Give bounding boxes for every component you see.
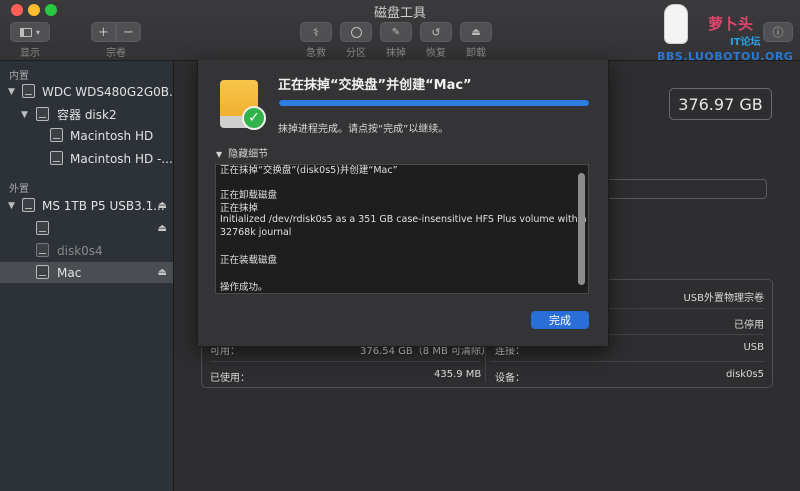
log-line: 正在卸载磁盘 xyxy=(220,190,278,201)
disclosure-triangle-icon[interactable]: ▼ xyxy=(21,110,28,120)
restore-button[interactable]: ↺ xyxy=(420,22,452,42)
device-value: disk0s5 xyxy=(725,369,764,380)
info-icon: ⓘ xyxy=(772,26,784,39)
container-icon xyxy=(36,107,49,121)
sidebar-item-mac[interactable]: Mac ⏏ xyxy=(0,262,173,283)
sidebar-item-label: Macintosh HD -... xyxy=(70,151,173,166)
sidebar-item-container-disk2[interactable]: ▼ 容器 disk2 xyxy=(0,104,173,125)
used-value: 435.9 MB xyxy=(434,369,482,380)
hide-details-toggle[interactable]: ▼ 隐藏细节 xyxy=(216,145,268,160)
progress-bar xyxy=(279,100,589,106)
sheet-title: 正在抹掉“交换盘”并创建“Mac” xyxy=(278,78,472,93)
unmount-icon: ⏏ xyxy=(471,26,481,38)
sidebar-item-ms-1tb[interactable]: ▼ MS 1TB P5 USB3.1... ⏏ xyxy=(0,195,173,216)
hard-drive-icon xyxy=(22,84,35,98)
eject-icon[interactable]: ⏏ xyxy=(158,223,167,234)
volume-icon xyxy=(36,221,49,235)
sidebar: 内置 ▼ WDC WDS480G2G0B... ▼ 容器 disk2 Macin… xyxy=(0,61,180,491)
watermark-sub: IT论坛 xyxy=(730,37,761,48)
external-drive-icon xyxy=(22,198,35,212)
hard-drive-icon: ✓ xyxy=(220,80,266,130)
status-message: 抹掉进程完成。请点按“完成”以继续。 xyxy=(278,124,449,135)
partition-button[interactable] xyxy=(340,22,372,42)
volume-icon xyxy=(50,151,63,165)
log-line: 正在抹掉 xyxy=(220,203,259,214)
disk-utility-window: 磁盘工具 ▾ 显示 + − 宗卷 ⚕ 急救 分区 ✎ 抹掉 ↺ 恢复 ⏏ 卸载 … xyxy=(0,0,800,491)
first-aid-button[interactable]: ⚕ xyxy=(300,22,332,42)
sidebar-item-volume-unnamed[interactable]: ⏏ xyxy=(0,218,173,239)
volume-icon xyxy=(36,265,49,279)
partition-label: 分区 xyxy=(346,48,366,59)
sidebar-item-wdc-disk[interactable]: ▼ WDC WDS480G2G0B... xyxy=(0,81,180,102)
device-label: 设备： xyxy=(495,373,525,384)
sidebar-item-label: disk0s4 xyxy=(57,243,103,258)
used-label: 已使用： xyxy=(210,373,250,384)
eject-icon[interactable]: ⏏ xyxy=(158,267,167,278)
sidebar-item-macintosh-hd[interactable]: Macintosh HD xyxy=(0,125,173,146)
disclosure-triangle-icon: ▼ xyxy=(216,150,223,159)
sidebar-item-label: Mac xyxy=(57,265,82,280)
chevron-down-icon: ▾ xyxy=(35,27,40,37)
progress-fill xyxy=(279,100,589,106)
pie-chart-icon xyxy=(350,26,362,38)
sidebar-item-label: WDC WDS480G2G0B... xyxy=(42,84,181,99)
add-volume-button[interactable]: + xyxy=(91,22,116,42)
info-button[interactable]: ⓘ xyxy=(763,22,793,42)
disclosure-triangle-icon[interactable]: ▼ xyxy=(8,87,15,97)
log-line: 操作成功。 xyxy=(220,282,268,293)
sidebar-icon xyxy=(19,27,32,37)
done-button[interactable]: 完成 xyxy=(531,311,589,329)
checkmark-icon: ✓ xyxy=(242,106,266,130)
volume-icon xyxy=(36,243,49,257)
divider xyxy=(210,361,480,362)
display-label: 显示 xyxy=(20,48,40,59)
sidebar-item-label: 容器 disk2 xyxy=(57,108,117,122)
stethoscope-icon: ⚕ xyxy=(313,25,319,39)
log-line: Initialized /dev/rdisk0s5 as a 351 GB ca… xyxy=(220,214,587,225)
first-aid-label: 急救 xyxy=(306,48,326,59)
divider xyxy=(490,361,764,362)
sidebar-item-disk0s4[interactable]: disk0s4 xyxy=(0,240,173,261)
log-line: 32768k journal xyxy=(220,227,292,238)
log-line: 正在装载磁盘 xyxy=(220,255,278,266)
volume-type-value: USB外置物理宗卷 xyxy=(683,293,764,304)
unmount-label: 卸载 xyxy=(466,48,486,59)
disclosure-triangle-icon[interactable]: ▼ xyxy=(8,201,15,211)
remove-volume-button[interactable]: − xyxy=(116,22,141,42)
usage-bar xyxy=(606,179,767,199)
sidebar-item-label: Macintosh HD xyxy=(70,128,154,143)
status-value: 已停用 xyxy=(734,320,764,331)
erase-button[interactable]: ✎ xyxy=(380,22,412,42)
volume-label: 宗卷 xyxy=(106,48,126,59)
erase-icon: ✎ xyxy=(391,26,401,38)
hide-details-label: 隐藏细节 xyxy=(228,149,269,160)
erase-progress-sheet: ✓ 正在抹掉“交换盘”并创建“Mac” 抹掉进程完成。请点按“完成”以继续。 ▼… xyxy=(197,60,609,347)
eject-icon[interactable]: ⏏ xyxy=(158,200,167,211)
mascot-logo xyxy=(664,4,688,44)
log-line: 正在抹掉“交换盘”(disk0s5)并创建“Mac” xyxy=(220,165,398,176)
watermark-brand: 萝卜头 xyxy=(708,15,754,33)
sidebar-toggle-button[interactable]: ▾ xyxy=(10,22,50,42)
sidebar-item-macintosh-hd-data[interactable]: Macintosh HD -... xyxy=(0,148,173,169)
volume-icon xyxy=(50,128,63,142)
external-section-title: 外置 xyxy=(9,184,29,195)
log-output[interactable]: 正在抹掉“交换盘”(disk0s5)并创建“Mac” 正在卸载磁盘 正在抹掉 I… xyxy=(215,164,589,294)
internal-section-title: 内置 xyxy=(9,71,29,82)
sidebar-item-label: MS 1TB P5 USB3.1... xyxy=(42,198,165,213)
restore-label: 恢复 xyxy=(426,48,446,59)
connection-value: USB xyxy=(743,342,764,353)
capacity-badge: 376.97 GB xyxy=(669,88,772,120)
unmount-button[interactable]: ⏏ xyxy=(460,22,492,42)
restore-icon: ↺ xyxy=(431,25,441,39)
scrollbar-thumb[interactable] xyxy=(578,173,585,285)
erase-label: 抹掉 xyxy=(386,48,406,59)
